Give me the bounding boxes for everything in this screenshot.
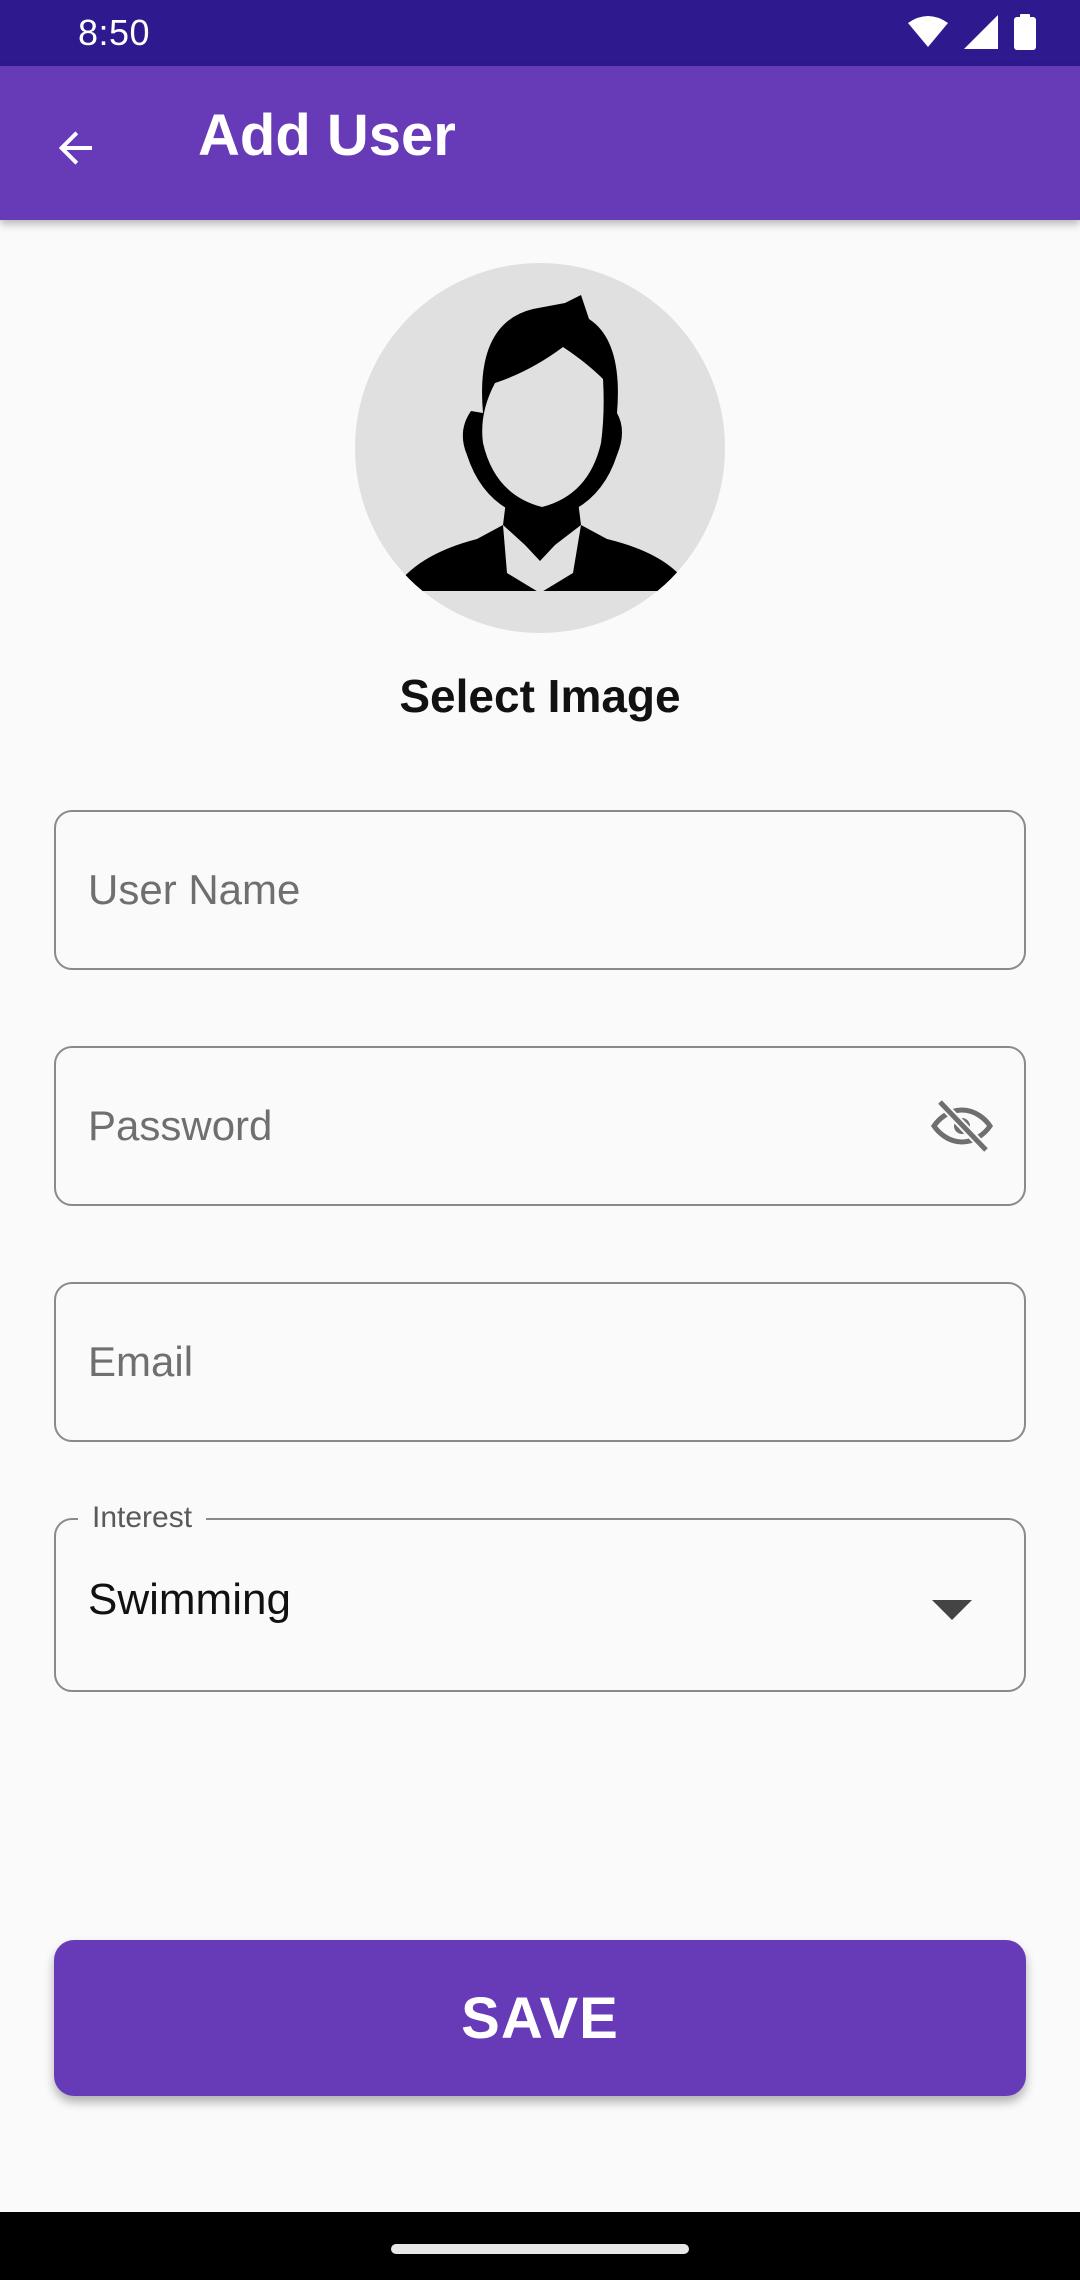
interest-dropdown[interactable]: Interest Swimming — [54, 1498, 1026, 1692]
username-input[interactable] — [88, 812, 948, 968]
avatar-picker[interactable] — [355, 263, 725, 633]
password-input[interactable] — [88, 1048, 948, 1204]
status-time: 8:50 — [78, 12, 151, 53]
password-visibility-toggle[interactable] — [930, 1096, 994, 1160]
battery-icon — [1014, 14, 1036, 50]
select-image-label[interactable]: Select Image — [0, 668, 1080, 724]
save-button[interactable]: SAVE — [54, 1940, 1026, 2096]
cellular-signal-icon — [964, 15, 998, 49]
email-field[interactable] — [54, 1282, 1026, 1442]
visibility-off-icon — [930, 1094, 994, 1163]
interest-label: Interest — [78, 1498, 207, 1538]
navigation-bar — [0, 2212, 1080, 2280]
password-field[interactable] — [54, 1046, 1026, 1206]
arrow-drop-down-icon — [932, 1598, 972, 1622]
status-icons — [908, 14, 1036, 50]
wifi-icon — [908, 15, 948, 49]
home-gesture-handle[interactable] — [391, 2244, 689, 2254]
interest-selected-value: Swimming — [88, 1575, 291, 1624]
email-input[interactable] — [88, 1284, 948, 1440]
status-bar: 8:50 — [0, 0, 1080, 66]
back-button[interactable] — [36, 110, 116, 190]
app-bar: Add User — [0, 66, 1080, 220]
page-title: Add User — [198, 103, 456, 168]
username-field[interactable] — [54, 810, 1026, 970]
arrow-back-icon — [52, 124, 100, 177]
person-placeholder-icon — [355, 263, 725, 633]
